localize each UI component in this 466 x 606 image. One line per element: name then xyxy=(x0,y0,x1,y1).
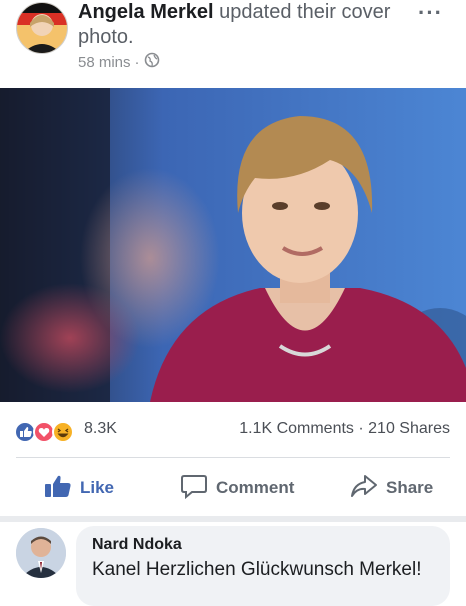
like-label: Like xyxy=(80,478,115,497)
like-reaction-icon xyxy=(14,421,36,443)
post-time[interactable]: 58 mins xyxy=(78,54,131,71)
thumbs-up-icon xyxy=(44,473,72,504)
reaction-count[interactable]: 8.3K xyxy=(84,420,117,438)
share-label: Share xyxy=(386,478,434,497)
reaction-icons[interactable] xyxy=(14,421,84,443)
commenter-name[interactable]: Nard Ndoka xyxy=(92,536,182,554)
globe-icon xyxy=(144,52,160,72)
more-options-button[interactable]: ··· xyxy=(418,0,443,26)
cover-photo[interactable] xyxy=(0,88,466,402)
stats-divider xyxy=(16,457,450,458)
comment-label: Comment xyxy=(216,478,295,497)
author-avatar-image xyxy=(17,3,67,53)
commenter-avatar[interactable] xyxy=(16,528,66,578)
author-name[interactable]: Angela Merkel xyxy=(78,1,214,23)
love-reaction-icon xyxy=(33,421,55,443)
haha-reaction-icon xyxy=(52,421,74,443)
reaction-stats-row: 8.3K 1.1K Comments · 210 Shares xyxy=(0,404,466,454)
shares-count[interactable]: 210 Shares xyxy=(368,420,450,437)
cover-photo-image xyxy=(0,88,466,402)
comments-section-divider xyxy=(0,516,466,522)
like-button[interactable]: Like xyxy=(44,470,114,506)
comments-count[interactable]: 1.1K Comments xyxy=(239,420,354,437)
share-arrow-icon xyxy=(350,473,378,504)
comment-button[interactable]: Comment xyxy=(180,470,294,506)
comments-shares: 1.1K Comments · 210 Shares xyxy=(239,420,450,438)
commenter-avatar-image xyxy=(16,528,66,578)
post-meta: 58 mins · xyxy=(78,52,160,72)
author-avatar[interactable] xyxy=(16,2,68,54)
meta-separator: · xyxy=(134,53,140,71)
post-header: Angela Merkel updated their cover photo. xyxy=(78,0,398,50)
stats-separator: · xyxy=(358,420,364,437)
share-button[interactable]: Share xyxy=(350,470,433,506)
comment-bubble-icon xyxy=(180,473,208,504)
comment-text: Kanel Herzlichen Glückwunsch Merkel! xyxy=(92,559,422,580)
